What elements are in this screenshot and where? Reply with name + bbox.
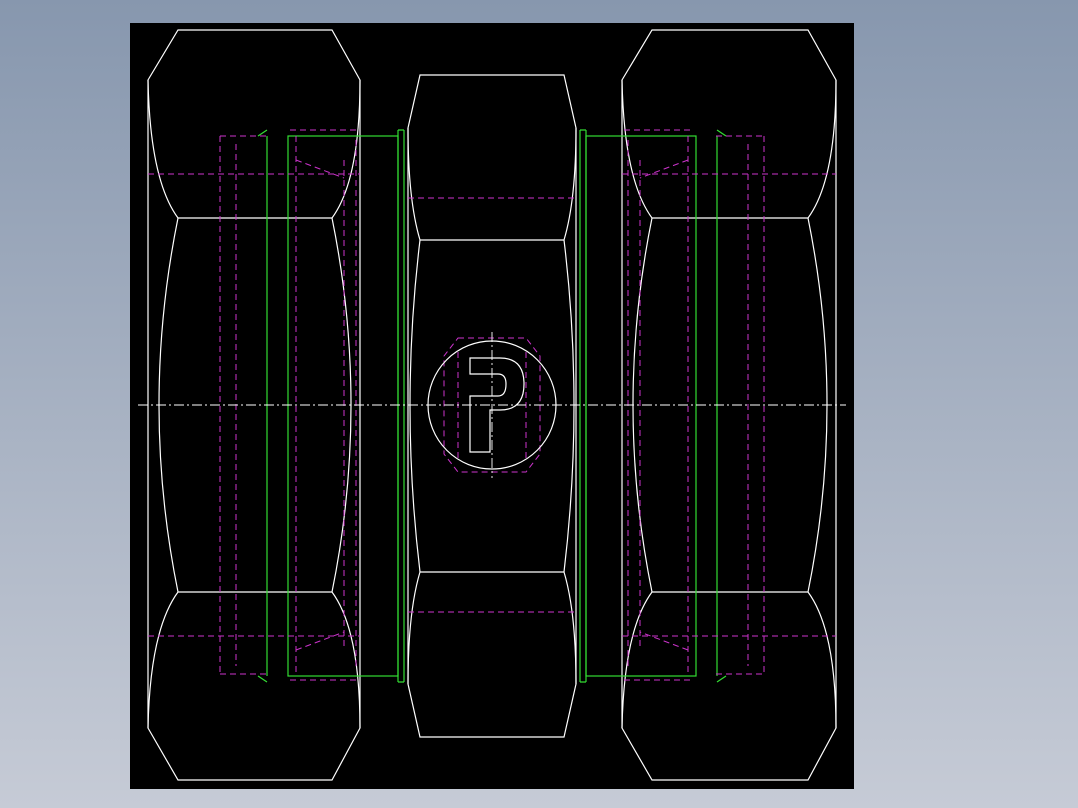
logo-p-glyph <box>469 357 525 453</box>
left-sleeve <box>257 129 405 683</box>
center-body-left-bulge <box>409 239 421 573</box>
center-body-lower-arc <box>407 571 577 685</box>
right-sleeve-tube <box>585 135 697 677</box>
right-nut-upper-arc <box>621 79 837 219</box>
left-nut-lower-arc <box>147 591 361 729</box>
cad-viewport[interactable] <box>130 23 854 789</box>
left-nut-upper-arc <box>147 79 361 219</box>
fitting-drawing <box>138 29 846 781</box>
center-body-right-bulge <box>563 239 575 573</box>
center-body-upper-arc <box>407 127 577 241</box>
right-nut-lower-arc <box>621 591 837 729</box>
left-sleeve-tube <box>287 135 399 677</box>
right-sleeve <box>579 129 727 683</box>
